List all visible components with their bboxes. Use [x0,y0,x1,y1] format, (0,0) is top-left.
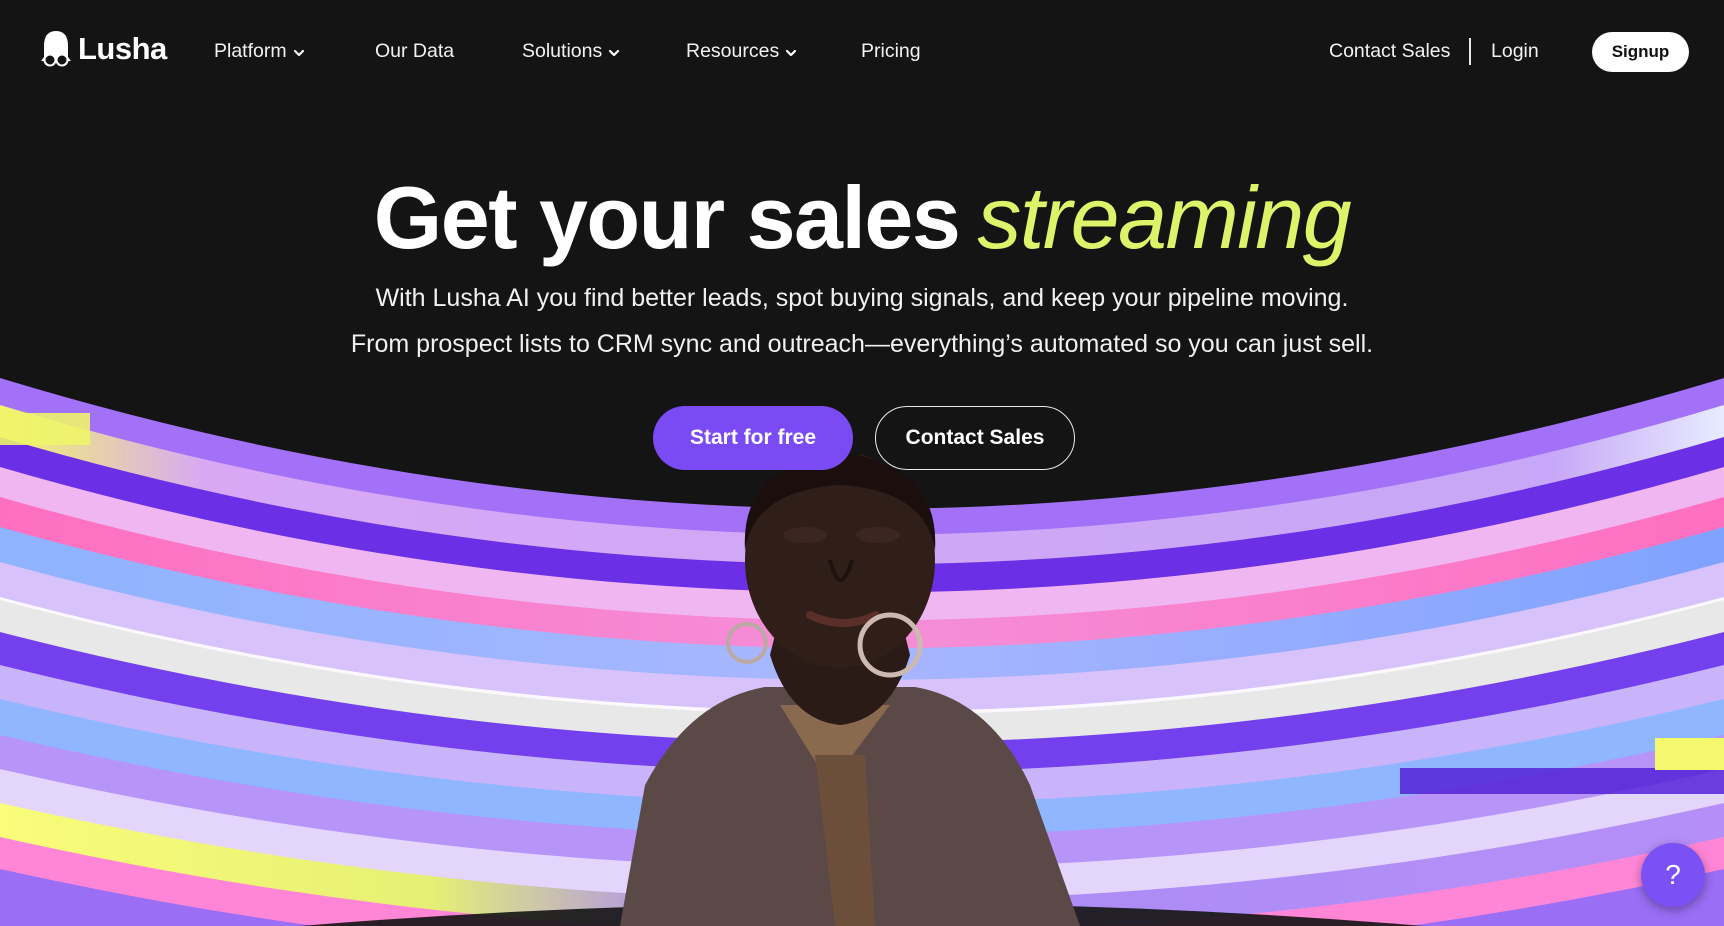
nav-item-our-data[interactable]: Our Data [375,40,454,63]
hero-subtitle-line-1: With Lusha AI you find better leads, spo… [375,284,1349,312]
lusha-logo[interactable]: Lusha [40,30,167,68]
nav-login-link[interactable]: Login [1491,40,1539,63]
chevron-down-icon [293,49,304,56]
nav-item-label: Platform [214,40,287,62]
nav-item-label: Our Data [375,40,455,62]
nav-contact-sales-link[interactable]: Contact Sales [1329,40,1450,63]
signup-button[interactable]: Signup [1592,32,1689,72]
top-navigation: Lusha Platform Our Data Solutions Resour… [0,0,1724,104]
hero-subtitle-line-2: From prospect lists to CRM sync and outr… [350,330,1374,358]
nav-item-platform[interactable]: Platform [214,40,305,63]
help-button[interactable]: ? [1641,843,1705,907]
chevron-down-icon [786,49,797,56]
lusha-logo-icon [41,31,71,67]
nav-divider [1469,38,1471,65]
nav-item-resources[interactable]: Resources [686,40,797,63]
nav-item-label: Resources [686,40,780,62]
nav-item-solutions[interactable]: Solutions [522,40,620,63]
contact-sales-button[interactable]: Contact Sales [875,406,1075,470]
hero-title-accent: streaming [977,168,1351,267]
brand-name: Lusha [78,31,167,66]
nav-item-label: Pricing [861,40,921,62]
chevron-down-icon [609,49,620,56]
question-mark-icon: ? [1665,859,1681,890]
page: Lusha Platform Our Data Solutions Resour… [0,0,1724,926]
hero-person-image [620,455,1080,926]
hero-title-main: Get your sales [373,168,961,267]
hero-title: Get your sales streaming [0,168,1724,268]
nav-item-pricing[interactable]: Pricing [861,40,921,63]
nav-item-label: Solutions [522,40,603,62]
start-for-free-button[interactable]: Start for free [653,406,853,470]
